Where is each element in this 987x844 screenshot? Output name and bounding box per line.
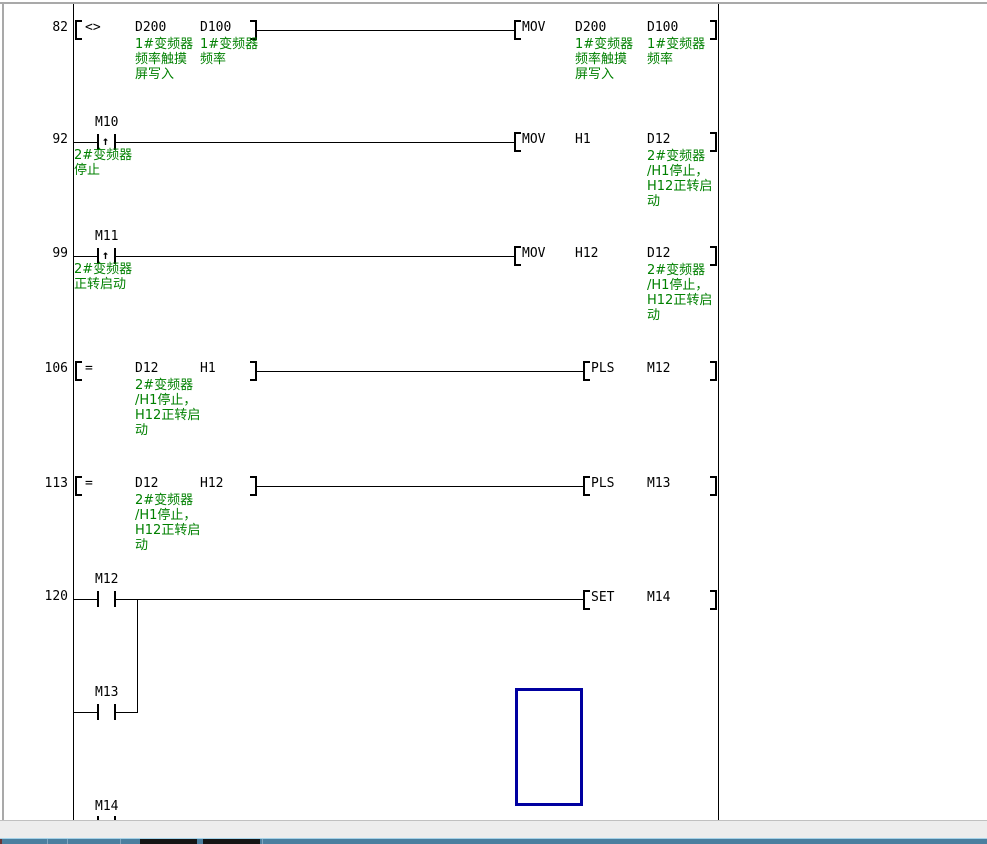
panel-top-border xyxy=(0,2,987,4)
instruction-open-bracket xyxy=(514,246,521,266)
rung-wire xyxy=(116,142,514,143)
step-number: 120 xyxy=(28,590,68,604)
instruction-close-bracket xyxy=(710,361,717,381)
instruction-mnemonic[interactable]: PLS xyxy=(591,362,614,376)
instruction-operand1[interactable]: D200 xyxy=(575,21,606,35)
branch-wire xyxy=(73,712,97,713)
ladder-editor-view: 82 <> D200 D100 MOV D200 D100 1#变频器 频率触摸… xyxy=(0,0,987,844)
instruction-operand1[interactable]: M13 xyxy=(647,477,670,491)
instruction-close-bracket xyxy=(710,476,717,496)
instruction-mnemonic[interactable]: SET xyxy=(591,591,614,605)
contact-device-label: M12 xyxy=(95,573,118,587)
taskbar-window-button[interactable] xyxy=(140,839,197,844)
window-bottom-strip xyxy=(0,821,987,838)
rung-wire xyxy=(116,256,514,257)
rung-wire xyxy=(73,599,97,600)
compare-open-bracket xyxy=(75,20,82,40)
compare-operand2[interactable]: D100 xyxy=(200,21,231,35)
instruction-open-bracket xyxy=(583,590,590,610)
instruction-operand1[interactable]: H1 xyxy=(575,133,591,147)
rung-wire xyxy=(73,142,97,143)
step-number: 113 xyxy=(28,477,68,491)
device-comment: 1#变频器 频率触摸 屏写入 xyxy=(575,37,645,82)
instruction-open-bracket xyxy=(583,361,590,381)
compare-operand1[interactable]: D12 xyxy=(135,477,158,491)
instruction-operand2[interactable]: D12 xyxy=(647,247,670,261)
compare-open-bracket xyxy=(75,476,82,496)
compare-mnemonic[interactable]: = xyxy=(85,477,93,491)
step-number: 99 xyxy=(28,247,68,261)
instruction-open-bracket xyxy=(514,20,521,40)
instruction-operand1[interactable]: M12 xyxy=(647,362,670,376)
instruction-mnemonic[interactable]: MOV xyxy=(522,247,545,261)
taskbar-window-button[interactable] xyxy=(203,839,260,844)
step-number: 106 xyxy=(28,362,68,376)
instruction-operand1[interactable]: H12 xyxy=(575,247,598,261)
rung-wire xyxy=(256,371,583,372)
instruction-mnemonic[interactable]: MOV xyxy=(522,133,545,147)
instruction-operand2[interactable]: D12 xyxy=(647,133,670,147)
instruction-operand2[interactable]: D100 xyxy=(647,21,678,35)
compare-operand1[interactable]: D12 xyxy=(135,362,158,376)
taskbar-separator xyxy=(262,839,263,844)
rung-wire xyxy=(116,599,583,600)
contact-bar[interactable] xyxy=(97,704,99,720)
panel-left-border xyxy=(2,2,4,820)
contact-device-label: M14 xyxy=(95,800,118,814)
rung-wire xyxy=(73,256,97,257)
contact-device-label: M13 xyxy=(95,686,118,700)
rung-wire xyxy=(256,486,583,487)
power-rail-left xyxy=(73,4,74,820)
branch-wire xyxy=(116,712,138,713)
rung-wire xyxy=(256,30,514,31)
device-comment: 2#变频器 /H1停止， H12正转启 动 xyxy=(135,493,205,553)
device-comment: 2#变频器 /H1停止， H12正转启 动 xyxy=(647,149,717,209)
instruction-open-bracket xyxy=(514,132,521,152)
compare-operand1[interactable]: D200 xyxy=(135,21,166,35)
compare-operand2[interactable]: H12 xyxy=(200,477,223,491)
instruction-operand1[interactable]: M14 xyxy=(647,591,670,605)
compare-operand2[interactable]: H1 xyxy=(200,362,216,376)
instruction-mnemonic[interactable]: PLS xyxy=(591,477,614,491)
compare-open-bracket xyxy=(75,361,82,381)
rising-edge-arrow-icon: ↑ xyxy=(98,248,113,262)
contact-device-label: M10 xyxy=(95,116,118,130)
rising-edge-arrow-icon: ↑ xyxy=(98,134,113,148)
device-comment: 2#变频器 停止 xyxy=(74,148,144,178)
power-rail-right xyxy=(718,4,719,820)
step-number: 82 xyxy=(28,21,68,35)
taskbar-separator xyxy=(120,839,121,844)
instruction-mnemonic[interactable]: MOV xyxy=(522,21,545,35)
device-comment: 2#变频器 /H1停止， H12正转启 动 xyxy=(647,263,717,323)
taskbar-left-mark xyxy=(0,839,2,844)
contact-bar[interactable] xyxy=(97,591,99,607)
edit-cursor[interactable] xyxy=(515,688,583,806)
instruction-close-bracket xyxy=(710,590,717,610)
branch-wire xyxy=(137,599,138,713)
device-comment: 2#变频器 /H1停止， H12正转启 动 xyxy=(135,378,205,438)
contact-device-label: M11 xyxy=(95,230,118,244)
taskbar-separator xyxy=(67,839,68,844)
device-comment: 1#变频器 频率 xyxy=(200,37,270,67)
device-comment: 1#变频器 频率 xyxy=(647,37,717,67)
taskbar xyxy=(0,838,987,844)
taskbar-separator xyxy=(47,839,48,844)
device-comment: 2#变频器 正转启动 xyxy=(74,262,144,292)
instruction-open-bracket xyxy=(583,476,590,496)
rung-106: 106 = D12 H1 PLS M12 2#变频器 /H1停止， H12正转启… xyxy=(0,0,987,844)
step-number: 92 xyxy=(28,133,68,147)
device-comment: 1#变频器 频率触摸 屏写入 xyxy=(135,37,205,82)
compare-mnemonic[interactable]: = xyxy=(85,362,93,376)
compare-mnemonic[interactable]: <> xyxy=(85,21,101,35)
